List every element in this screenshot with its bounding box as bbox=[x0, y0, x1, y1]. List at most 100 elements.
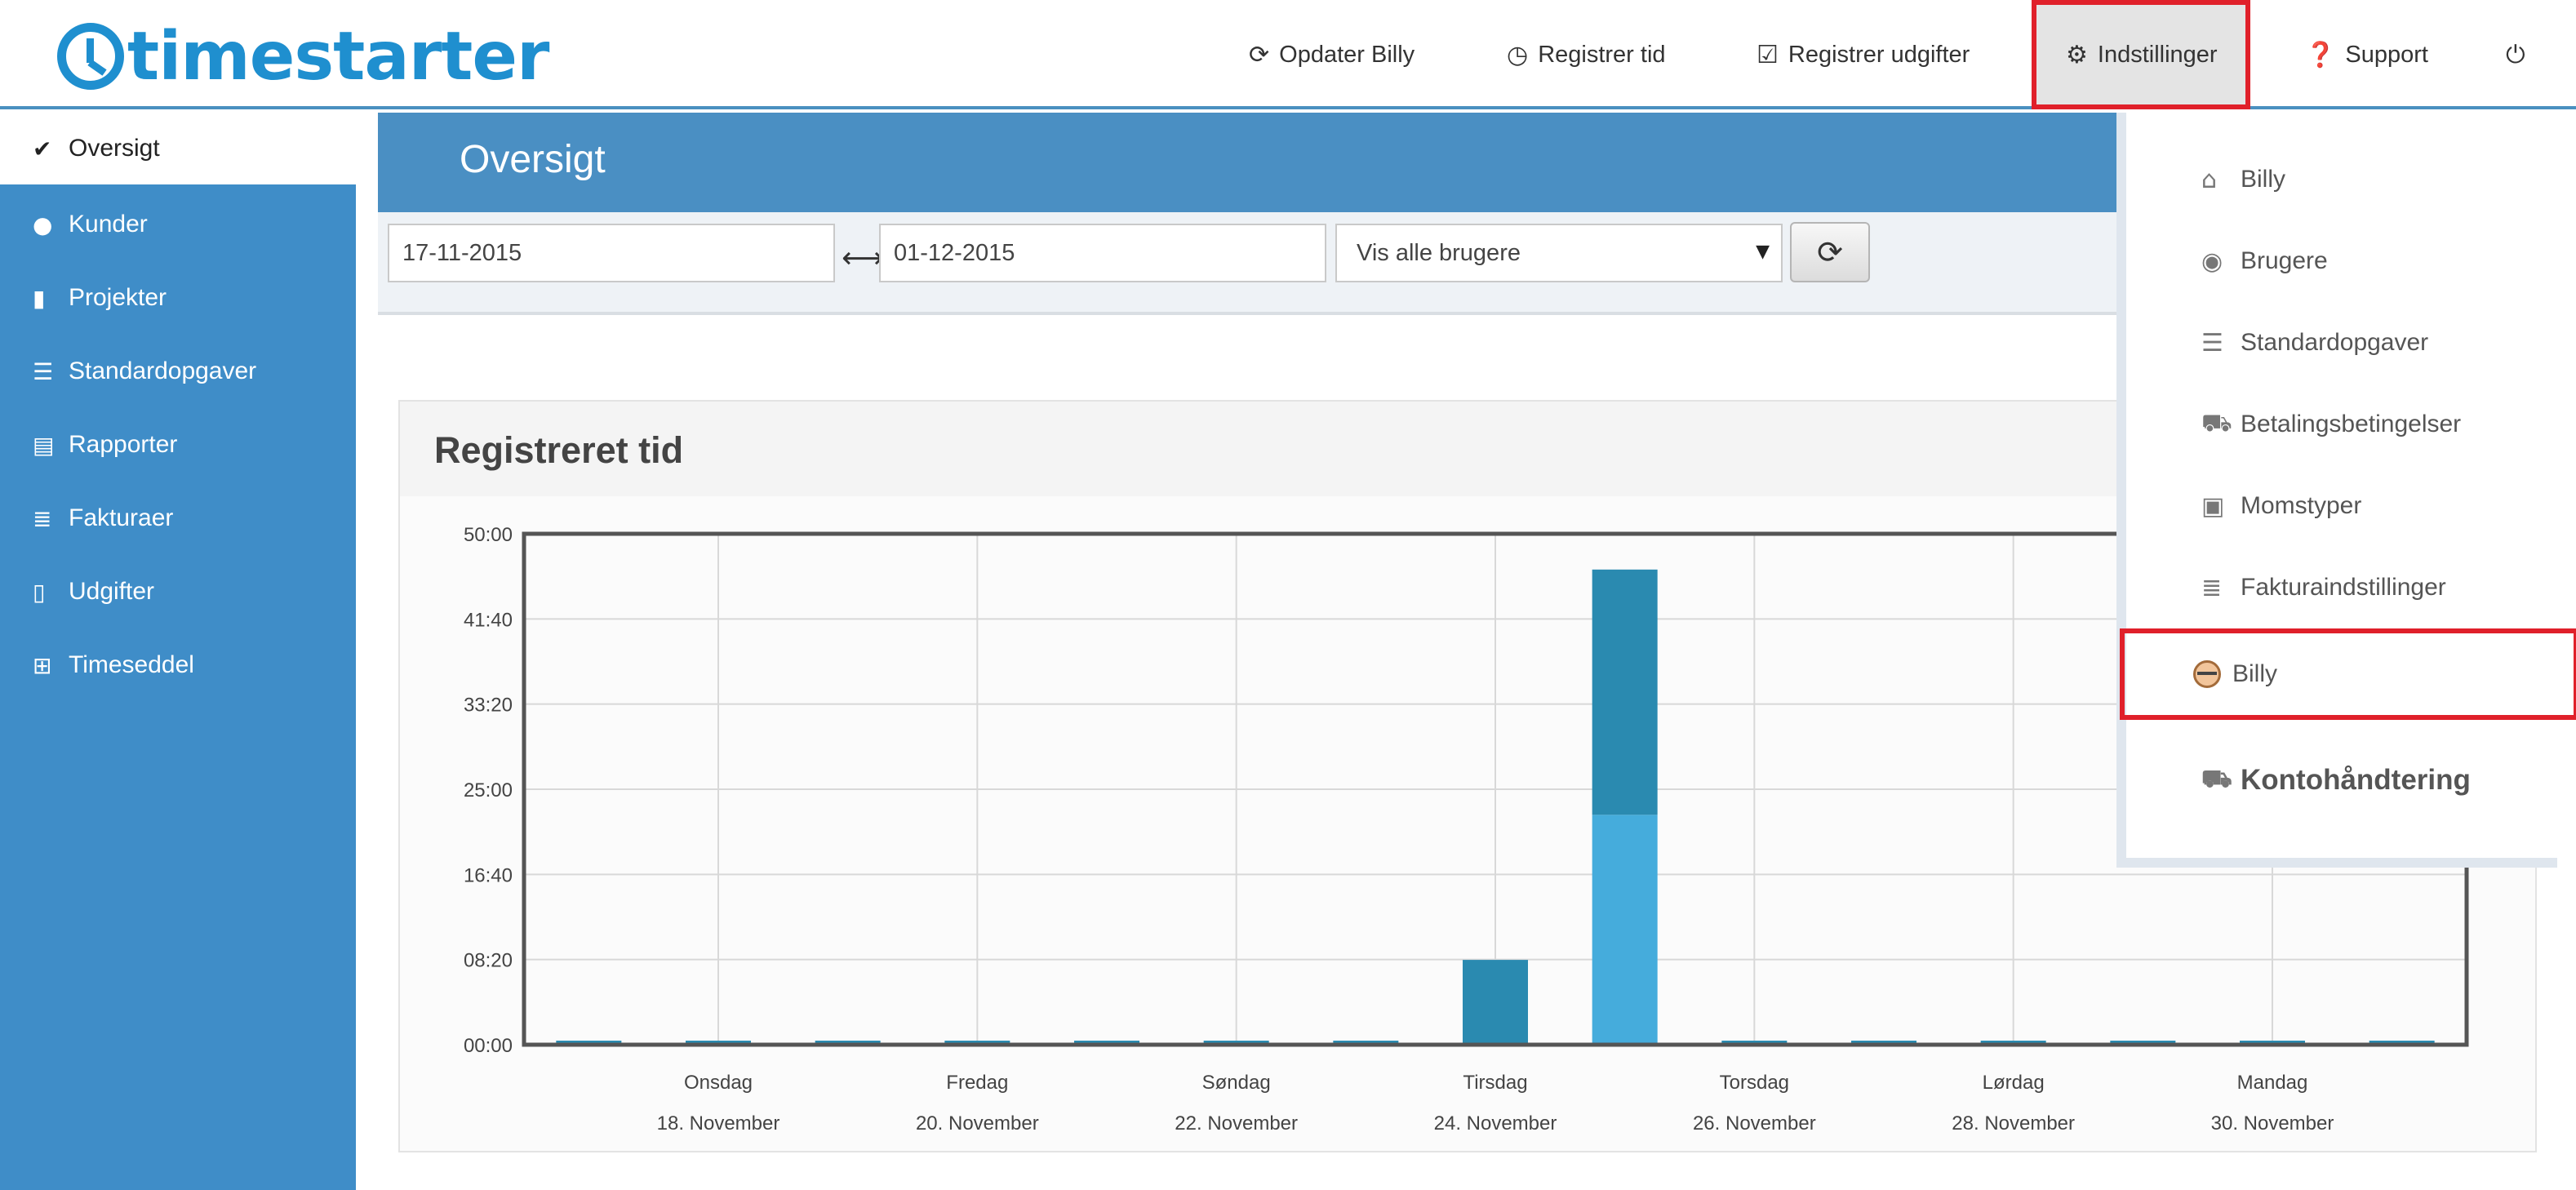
sidebar-item-label: Projekter bbox=[69, 284, 167, 311]
file-icon: ▯ bbox=[33, 578, 46, 606]
top-navbar: timestarter ⟳ Opdater Billy ◷ Registrer … bbox=[0, 0, 2576, 109]
menu-item-momstyper[interactable]: ▣ Momstyper bbox=[2126, 465, 2557, 547]
sidebar-item-label: Timeseddel bbox=[69, 651, 194, 678]
x-tick-label-date: 22. November bbox=[1175, 1112, 1298, 1134]
sidebar-item-label: Kunder bbox=[69, 211, 148, 238]
check-icon: ✔ bbox=[33, 135, 52, 162]
menu-item-standardopgaver[interactable]: ☰ Standardopgaver bbox=[2126, 302, 2557, 384]
menu-item-fakturaindstillinger[interactable]: ≣ Fakturaindstillinger bbox=[2126, 547, 2557, 628]
nav-label: Indstillinger bbox=[2097, 41, 2218, 68]
server-icon: ☰ bbox=[2201, 328, 2223, 357]
chart-bar bbox=[1592, 815, 1658, 1045]
list-icon: ≣ bbox=[2201, 573, 2223, 602]
y-tick-label: 25:00 bbox=[464, 779, 513, 801]
y-tick-label: 08:20 bbox=[464, 950, 513, 972]
x-tick-label-day: Tirsdag bbox=[1463, 1072, 1527, 1094]
server-icon: ☰ bbox=[33, 357, 54, 385]
x-tick-label-day: Fredag bbox=[946, 1072, 1008, 1094]
menu-item-kontohaandtering[interactable]: ⛟ Kontohåndtering bbox=[2126, 739, 2557, 821]
sidebar-item-udgifter[interactable]: ▯ Udgifter bbox=[0, 557, 356, 627]
nav-register-expenses[interactable]: ☑ Registrer udgifter bbox=[1757, 0, 1970, 109]
menu-item-brugere[interactable]: ◉ Brugere bbox=[2126, 220, 2557, 302]
sidebar-item-oversigt[interactable]: ✔ Oversigt bbox=[0, 113, 356, 184]
y-tick-label: 50:00 bbox=[464, 524, 513, 546]
menu-item-label: Fakturaindstillinger bbox=[2241, 574, 2446, 601]
x-tick-label-date: 30. November bbox=[2211, 1112, 2334, 1134]
to-date-input[interactable]: 01-12-2015 bbox=[879, 224, 1326, 282]
caret-down-icon: ▼ bbox=[1756, 242, 1770, 262]
x-tick-label-date: 24. November bbox=[1434, 1112, 1557, 1134]
chart-bar bbox=[1463, 960, 1528, 1045]
clock-icon: ◷ bbox=[1507, 40, 1529, 69]
menu-item-label: Momstyper bbox=[2241, 492, 2362, 519]
nav-label: Registrer udgifter bbox=[1788, 41, 1970, 68]
menu-item-betalingsbetingelser[interactable]: ⛟ Betalingsbetingelser bbox=[2126, 384, 2557, 465]
page-title: Oversigt bbox=[460, 138, 606, 181]
x-tick-label-date: 18. November bbox=[657, 1112, 780, 1134]
sidebar-item-label: Standardopgaver bbox=[69, 357, 257, 384]
check-square-icon: ☑ bbox=[1757, 40, 1779, 69]
home-icon: ⌂ bbox=[2201, 165, 2218, 194]
user-avatar-icon bbox=[2193, 660, 2221, 688]
sidebar-item-timeseddel[interactable]: ⊞ Timeseddel bbox=[0, 630, 356, 700]
brand-logo[interactable]: timestarter bbox=[57, 18, 549, 95]
menu-item-label: Billy bbox=[2232, 660, 2278, 687]
y-tick-label: 41:40 bbox=[464, 609, 513, 631]
page-header: Oversigt bbox=[378, 113, 2116, 212]
nav-register-time[interactable]: ◷ Registrer tid bbox=[1507, 0, 1666, 109]
chart-bar bbox=[1592, 569, 1658, 815]
menu-item-billy[interactable]: ⌂ Billy bbox=[2126, 139, 2557, 220]
menu-item-label: Standardopgaver bbox=[2241, 329, 2429, 356]
brand-name: timestarter bbox=[127, 17, 549, 95]
refresh-icon: ⟳ bbox=[1817, 234, 1843, 270]
eye-icon: ◉ bbox=[2201, 246, 2223, 276]
filter-bar: 17-11-2015 ⟷ 01-12-2015 Vis alle brugere… bbox=[378, 212, 2116, 315]
sidebar-item-label: Rapporter bbox=[69, 431, 178, 458]
nav-settings[interactable]: ⚙ Indstillinger bbox=[2032, 0, 2250, 109]
x-tick-label-day: Torsdag bbox=[1720, 1072, 1789, 1094]
sidebar-item-fakturaer[interactable]: ≣ Fakturaer bbox=[0, 483, 356, 553]
sidebar-item-standardopgaver[interactable]: ☰ Standardopgaver bbox=[0, 336, 356, 406]
question-circle-icon: ❓ bbox=[2305, 40, 2336, 69]
globe-icon: ● bbox=[33, 211, 53, 238]
power-icon: ⏻ bbox=[2506, 40, 2525, 69]
menu-item-billy-profile[interactable]: Billy bbox=[2120, 628, 2576, 720]
sidebar: ✔ Oversigt ● Kunder ▮ Projekter ☰ Standa… bbox=[0, 113, 356, 1190]
y-tick-label: 33:20 bbox=[464, 695, 513, 717]
nav-label: Registrer tid bbox=[1538, 41, 1666, 68]
briefcase-icon: ▣ bbox=[2201, 491, 2225, 521]
cart-icon: ⛟ bbox=[2201, 764, 2232, 793]
nav-update-billy[interactable]: ⟳ Opdater Billy bbox=[1249, 0, 1415, 109]
nav-support[interactable]: ❓ Support bbox=[2305, 0, 2428, 109]
x-tick-label-day: Søndag bbox=[1202, 1072, 1271, 1094]
sidebar-item-projekter[interactable]: ▮ Projekter bbox=[0, 263, 356, 333]
y-tick-label: 00:00 bbox=[464, 1035, 513, 1057]
x-tick-label-day: Lørdag bbox=[1983, 1072, 2045, 1094]
user-select-value: Vis alle brugere bbox=[1357, 239, 1521, 266]
book-icon: ▮ bbox=[33, 284, 46, 312]
sidebar-item-kunder[interactable]: ● Kunder bbox=[0, 189, 356, 260]
list-icon: ≣ bbox=[33, 504, 52, 532]
menu-item-label: Billy bbox=[2241, 166, 2286, 193]
x-tick-label-day: Mandag bbox=[2237, 1072, 2308, 1094]
settings-dropdown: ⌂ Billy ◉ Brugere ☰ Standardopgaver ⛟ Be… bbox=[2116, 113, 2576, 868]
y-tick-label: 16:40 bbox=[464, 864, 513, 886]
sidebar-item-label: Oversigt bbox=[69, 135, 160, 162]
menu-item-label: Brugere bbox=[2241, 247, 2328, 274]
refresh-button[interactable]: ⟳ bbox=[1790, 222, 1870, 282]
refresh-icon: ⟳ bbox=[1249, 40, 1270, 69]
x-tick-label-date: 26. November bbox=[1693, 1112, 1816, 1134]
nav-label: Opdater Billy bbox=[1279, 41, 1415, 68]
user-select[interactable]: Vis alle brugere ▼ bbox=[1335, 224, 1783, 282]
sidebar-item-rapporter[interactable]: ▤ Rapporter bbox=[0, 410, 356, 480]
menu-item-label: Betalingsbetingelser bbox=[2241, 411, 2462, 437]
x-tick-label-date: 20. November bbox=[916, 1112, 1039, 1134]
date-range-arrow-icon: ⟷ bbox=[842, 242, 884, 275]
sidebar-item-label: Udgifter bbox=[69, 578, 155, 605]
clock-logo-icon bbox=[57, 23, 124, 90]
from-date-input[interactable]: 17-11-2015 bbox=[388, 224, 835, 282]
cart-icon: ⛟ bbox=[2201, 408, 2232, 437]
logout-button[interactable]: ⏻ bbox=[2506, 0, 2535, 109]
grid-icon: ⊞ bbox=[33, 651, 52, 679]
x-tick-label-day: Onsdag bbox=[684, 1072, 753, 1094]
